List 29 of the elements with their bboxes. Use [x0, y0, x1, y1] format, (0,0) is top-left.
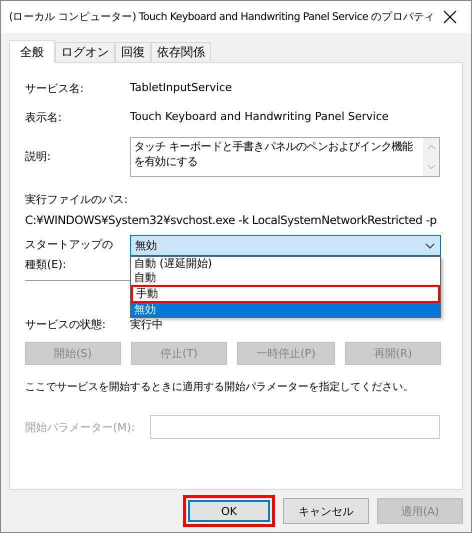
caret-icon — [425, 242, 435, 248]
field-label: 説明: — [25, 149, 52, 164]
dropdown-option[interactable]: 手動 — [131, 285, 440, 303]
dropdown-option[interactable]: 無効 — [131, 303, 440, 317]
dropdown-option[interactable]: 自動 — [131, 271, 440, 285]
dropdown-option[interactable]: 自動 (遅延開始) — [131, 257, 440, 271]
tab[interactable]: 依存関係 — [151, 42, 211, 62]
field-label: サービスの状態: — [25, 317, 107, 332]
field-value: C:¥WINDOWS¥System32¥svchost.exe -k LocalSystemNetworkRestricted -p — [25, 213, 438, 227]
description-box[interactable]: タッチ キーボードと手書きパネルのペンおよびインク機能を有効にする — [130, 137, 440, 177]
scroll-up-icon[interactable] — [426, 144, 436, 150]
scroll-down-icon[interactable] — [426, 164, 436, 170]
dialog-button[interactable]: キャンセル — [283, 498, 369, 524]
tab[interactable]: 全般 — [9, 40, 55, 63]
startup-type-dropdown[interactable]: 無効 — [130, 235, 441, 256]
field-value: TabletInputService — [130, 81, 232, 94]
field-label: スタートアップの種類(E): — [25, 237, 114, 273]
field-value: Touch Keyboard and Handwriting Panel Service — [130, 110, 389, 123]
field-label: 表示名: — [25, 110, 63, 125]
tab[interactable]: ログオン — [55, 42, 115, 62]
dialog-button[interactable]: OK — [183, 495, 275, 527]
field-label: 実行ファイルのパス: — [25, 192, 129, 207]
window-title: (ローカル コンピューター) Touch Keyboard and Handwriting Panel Service のプロパティ — [9, 10, 435, 24]
field-label: サービス名: — [25, 81, 85, 96]
field-label: 開始パラメーター(M): — [25, 420, 136, 434]
field-value: 実行中 — [130, 317, 163, 332]
instruction-text: ここでサービスを開始するときに適用する開始パラメーターを指定してください。 — [25, 380, 414, 395]
tab[interactable]: 回復 — [115, 42, 151, 62]
close-icon[interactable] — [443, 10, 457, 24]
